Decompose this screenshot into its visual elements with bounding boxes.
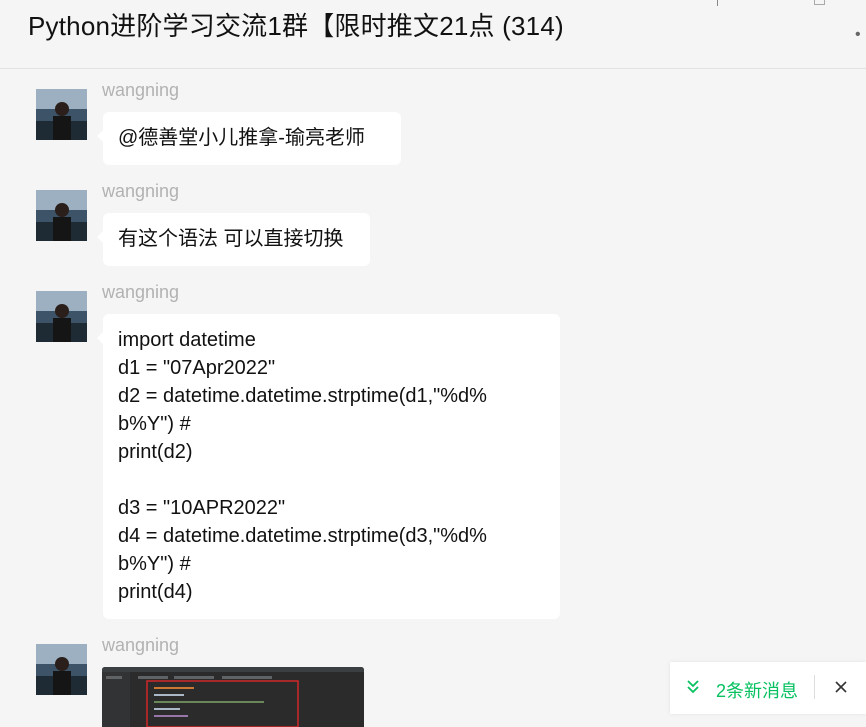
avatar-image: [36, 644, 87, 695]
message-text: 有这个语法 可以直接切换: [118, 228, 344, 250]
new-messages-notice[interactable]: 2条新消息: [670, 662, 866, 714]
divider: [814, 675, 815, 699]
sender-name: wangning: [102, 80, 180, 100]
sender-name: wangning: [102, 282, 180, 302]
code-line: b%Y") #: [118, 413, 191, 435]
ellipsis-icon[interactable]: •: [855, 26, 861, 44]
new-messages-label[interactable]: 2条新消息: [716, 677, 798, 703]
code-line: import datetime: [118, 329, 256, 351]
code-screenshot-thumbnail: [102, 667, 364, 727]
avatar-image: [36, 291, 87, 342]
code-line: d2 = datetime.datetime.strptime(d1,"%d%: [118, 385, 487, 407]
avatar[interactable]: [36, 291, 87, 342]
avatar[interactable]: [36, 644, 87, 695]
code-line: d3 = "10APR2022": [118, 497, 286, 519]
close-icon[interactable]: [832, 678, 850, 696]
chat-title: Python进阶学习交流1群【限时推文21点 (314): [28, 11, 564, 41]
sender-name: wangning: [102, 181, 180, 201]
double-chevron-down-icon: [687, 680, 699, 694]
avatar-image: [36, 190, 87, 241]
message-text: @德善堂小儿推拿-瑜亮老师: [118, 127, 365, 149]
code-line: print(d2): [118, 441, 193, 463]
message-bubble[interactable]: import datetime d1 = "07Apr2022" d2 = da…: [97, 314, 560, 619]
code-line: d4 = datetime.datetime.strptime(d3,"%d%: [118, 525, 487, 547]
chat-header: Python进阶学习交流1群【限时推文21点 (314) •: [0, 0, 866, 69]
avatar[interactable]: [36, 190, 87, 241]
avatar[interactable]: [36, 89, 87, 140]
code-line: print(d4): [118, 581, 193, 603]
image-message[interactable]: [102, 667, 364, 727]
code-line: d1 = "07Apr2022": [118, 357, 276, 379]
code-line: b%Y") #: [118, 553, 191, 575]
sender-name: wangning: [102, 635, 180, 655]
message-bubble[interactable]: @德善堂小儿推拿-瑜亮老师: [97, 112, 401, 165]
maximize-icon[interactable]: [814, 0, 825, 5]
message-bubble[interactable]: 有这个语法 可以直接切换: [97, 213, 370, 266]
window-control-divider: [717, 0, 718, 6]
avatar-image: [36, 89, 87, 140]
